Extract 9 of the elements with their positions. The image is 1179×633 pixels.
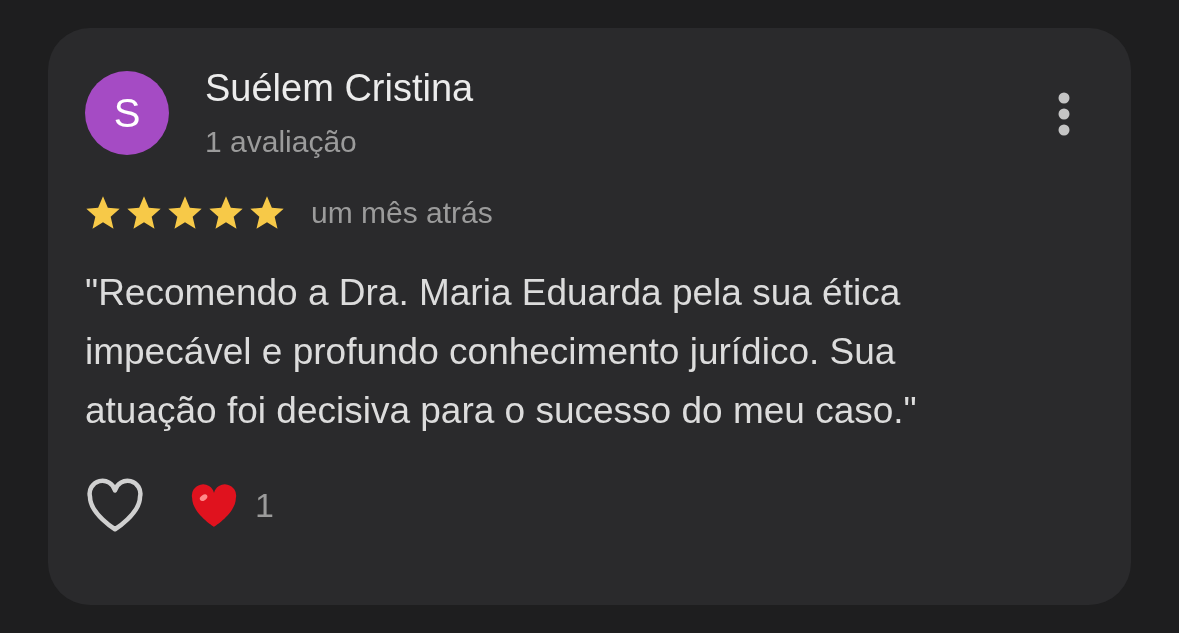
review-count: 1 avaliação <box>205 124 358 160</box>
avatar: S <box>85 71 169 155</box>
review-text: "Recomendo a Dra. Maria Eduarda pela sua ética impecável e profundo conhecimento jurídico. Sua atuação foi decisiva para o sucesso do meu caso." <box>85 271 918 433</box>
heart-icon[interactable] <box>85 478 145 533</box>
author-name: Suélem Cristina <box>205 66 475 111</box>
review-time: um mês atrás <box>311 196 493 230</box>
reaction-count: 1 <box>255 486 274 525</box>
heart-icon <box>189 482 239 529</box>
more-options-icon[interactable] <box>1057 91 1071 137</box>
